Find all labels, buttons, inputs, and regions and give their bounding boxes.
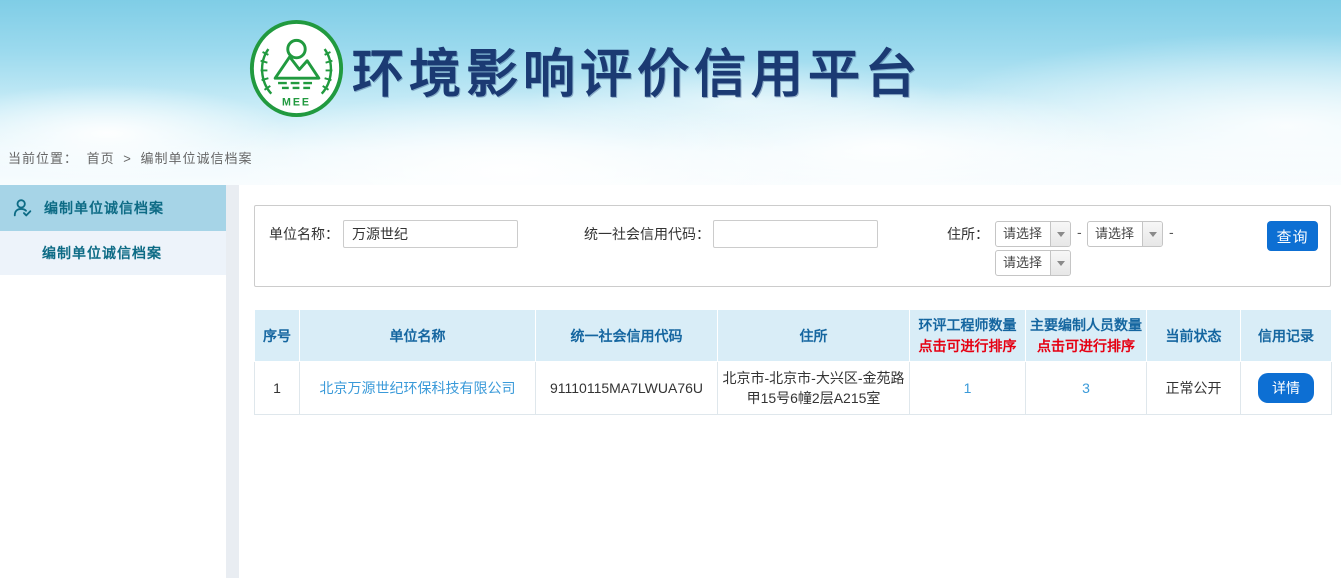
col-header-engineer-count-sortable[interactable]: 环评工程师数量 点击可进行排序 bbox=[910, 310, 1026, 362]
sidebar-subitem-credit-archive[interactable]: 编制单位诚信档案 bbox=[0, 231, 226, 275]
chevron-down-icon[interactable] bbox=[1142, 222, 1162, 246]
col-header-credit-record: 信用记录 bbox=[1241, 310, 1332, 362]
col-header-status: 当前状态 bbox=[1147, 310, 1241, 362]
cell-credit-code: 91110115MA7LWUA76U bbox=[536, 362, 718, 415]
detail-button[interactable]: 详情 bbox=[1258, 373, 1314, 403]
address-dash-1: - bbox=[1077, 224, 1082, 240]
address-label: 住所： bbox=[943, 220, 989, 248]
cell-index: 1 bbox=[255, 362, 300, 415]
engineer-count-link[interactable]: 1 bbox=[964, 380, 972, 396]
unit-name-link[interactable]: 北京万源世纪环保科技有限公司 bbox=[320, 380, 516, 396]
query-button[interactable]: 查询 bbox=[1267, 221, 1318, 251]
search-form: 单位名称： 统一社会信用代码： 住所： 请选择 - 请选择 - 请选择 查询 bbox=[254, 205, 1331, 287]
col-header-credit-code: 统一社会信用代码 bbox=[536, 310, 718, 362]
table-row: 1 北京万源世纪环保科技有限公司 91110115MA7LWUA76U 北京市-… bbox=[255, 362, 1332, 415]
breadcrumb: 当前位置： 首页 > 编制单位诚信档案 bbox=[8, 148, 257, 167]
chevron-down-icon[interactable] bbox=[1050, 222, 1070, 246]
page-body: 编制单位诚信档案 编制单位诚信档案 单位名称： 统一社会信用代码： 住所： 请选… bbox=[0, 185, 1341, 578]
results-table: 序号 单位名称 统一社会信用代码 住所 环评工程师数量 点击可进行排序 主要编制… bbox=[254, 309, 1332, 415]
unit-name-label: 单位名称： bbox=[267, 220, 339, 248]
chevron-down-icon[interactable] bbox=[1050, 251, 1070, 275]
cell-address: 北京市-北京市-大兴区-金苑路甲15号6幢2层A215室 bbox=[718, 362, 910, 415]
col-header-staff-count-sortable[interactable]: 主要编制人员数量 点击可进行排序 bbox=[1026, 310, 1147, 362]
sidebar-item-label: 编制单位诚信档案 bbox=[44, 198, 164, 218]
logo-text: MEE bbox=[282, 96, 311, 108]
unit-name-input[interactable] bbox=[343, 220, 518, 248]
col-header-address: 住所 bbox=[718, 310, 910, 362]
district-select-value: 请选择 bbox=[996, 251, 1050, 275]
breadcrumb-current: 编制单位诚信档案 bbox=[141, 151, 253, 166]
user-check-icon bbox=[12, 197, 34, 219]
sort-hint[interactable]: 点击可进行排序 bbox=[1029, 336, 1143, 356]
breadcrumb-separator: > bbox=[123, 151, 132, 166]
breadcrumb-label: 当前位置： bbox=[8, 151, 78, 166]
district-select[interactable]: 请选择 bbox=[995, 250, 1071, 276]
sidebar: 编制单位诚信档案 编制单位诚信档案 bbox=[0, 185, 226, 578]
site-header: MEE 环境影响评价信用平台 当前位置： 首页 > 编制单位诚信档案 bbox=[0, 0, 1341, 185]
col-header-index: 序号 bbox=[255, 310, 300, 362]
cell-status: 正常公开 bbox=[1147, 362, 1241, 415]
city-select-value: 请选择 bbox=[1088, 222, 1142, 246]
sidebar-subitem-label: 编制单位诚信档案 bbox=[42, 243, 162, 263]
breadcrumb-home-link[interactable]: 首页 bbox=[87, 151, 115, 166]
city-select[interactable]: 请选择 bbox=[1087, 221, 1163, 247]
province-select[interactable]: 请选择 bbox=[995, 221, 1071, 247]
table-header-row: 序号 单位名称 统一社会信用代码 住所 环评工程师数量 点击可进行排序 主要编制… bbox=[255, 310, 1332, 362]
col-header-unit-name: 单位名称 bbox=[300, 310, 536, 362]
sort-hint[interactable]: 点击可进行排序 bbox=[913, 336, 1022, 356]
col-header-staff-count-label: 主要编制人员数量 bbox=[1030, 317, 1142, 333]
staff-count-link[interactable]: 3 bbox=[1082, 380, 1090, 396]
address-dash-2: - bbox=[1169, 224, 1174, 240]
sidebar-item-credit-archive[interactable]: 编制单位诚信档案 bbox=[0, 185, 226, 231]
main-content: 单位名称： 统一社会信用代码： 住所： 请选择 - 请选择 - 请选择 查询 bbox=[239, 185, 1341, 578]
mee-logo-icon: MEE bbox=[248, 20, 345, 117]
province-select-value: 请选择 bbox=[996, 222, 1050, 246]
sidebar-divider bbox=[226, 185, 239, 578]
credit-code-input[interactable] bbox=[713, 220, 878, 248]
credit-code-label: 统一社会信用代码： bbox=[575, 220, 710, 248]
col-header-engineer-count-label: 环评工程师数量 bbox=[919, 317, 1017, 333]
page-title: 环境影响评价信用平台 bbox=[352, 32, 922, 107]
